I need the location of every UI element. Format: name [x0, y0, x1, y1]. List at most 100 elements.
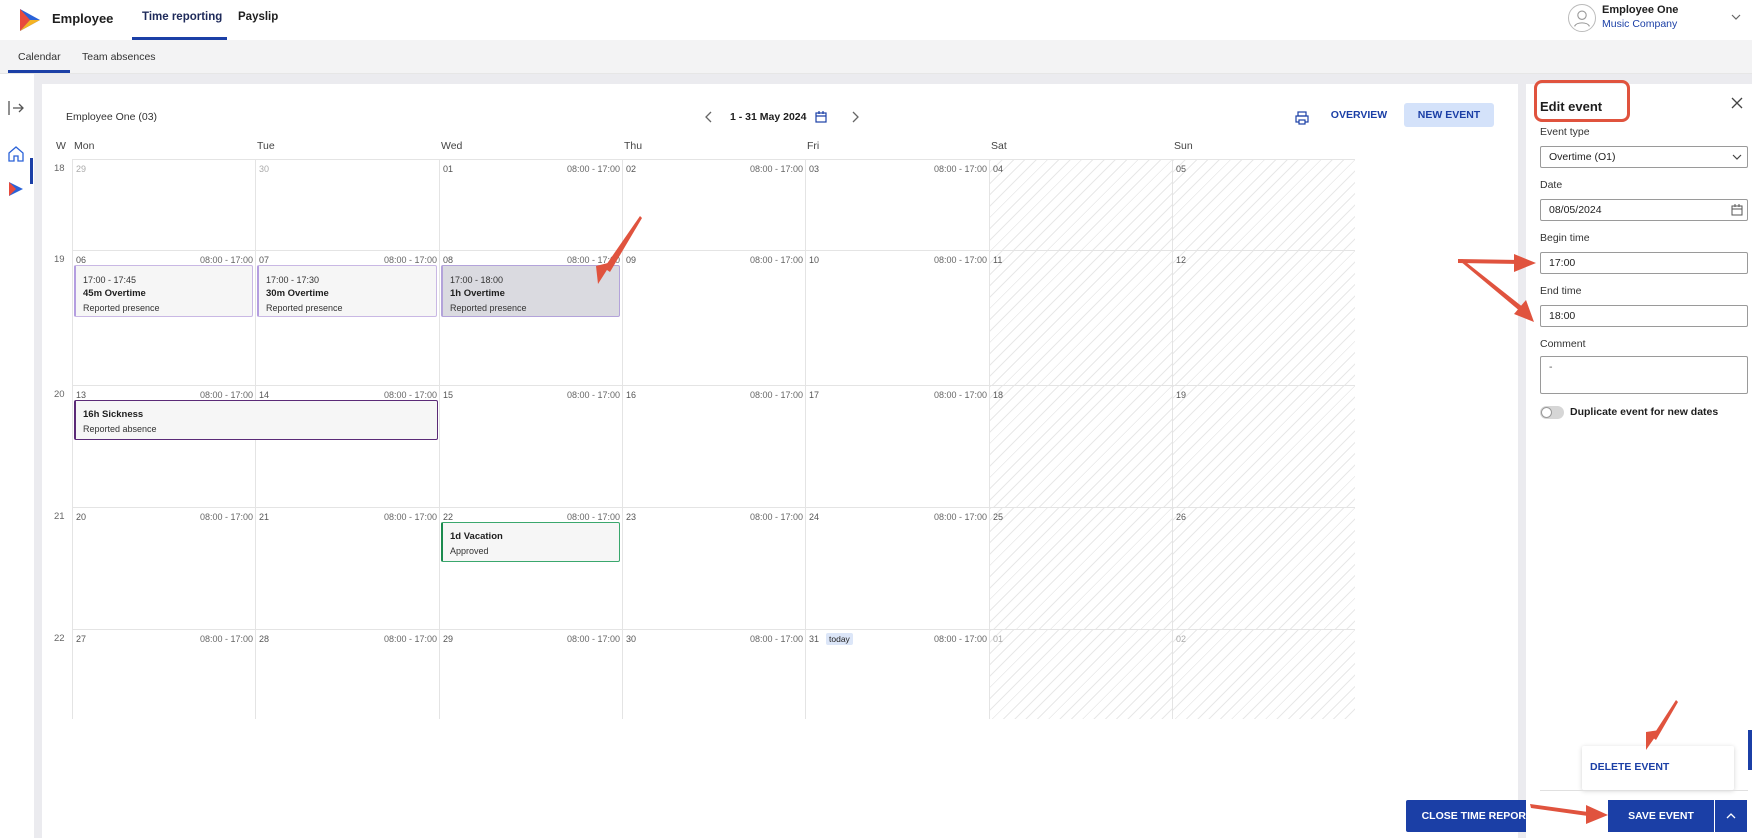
day-cell[interactable]: 11 — [989, 250, 1172, 385]
tab-team-absences[interactable]: Team absences — [82, 51, 156, 63]
calendar-event[interactable]: 17:00 - 18:00 1h Overtime Reported presenc… — [441, 265, 620, 317]
day-number: 19 — [1176, 390, 1187, 400]
work-hours: 08:00 - 17:00 — [566, 512, 620, 522]
week-number: 22 — [54, 633, 65, 644]
day-number: 30 — [626, 634, 637, 644]
day-number: 15 — [443, 390, 454, 400]
week-number: 20 — [54, 389, 65, 400]
day-cell[interactable]: 05 — [1172, 159, 1355, 250]
work-hours: 08:00 - 17:00 — [566, 164, 620, 174]
date-field[interactable]: 08/05/2024 — [1540, 199, 1748, 221]
day-number: 01 — [443, 164, 454, 174]
tab-time-reporting[interactable]: Time reporting — [142, 11, 222, 23]
begin-time-field[interactable]: 17:00 — [1540, 252, 1748, 274]
day-cell[interactable]: 20 08:00 - 17:00 — [72, 507, 255, 629]
work-hours: 08:00 - 17:00 — [383, 634, 437, 644]
duplicate-toggle[interactable] — [1540, 406, 1564, 419]
save-options-button[interactable] — [1715, 800, 1747, 832]
day-cell[interactable]: 01 08:00 - 17:00 — [439, 159, 622, 250]
tab-payslip[interactable]: Payslip — [238, 11, 278, 23]
end-time-field[interactable]: 18:00 — [1540, 305, 1748, 327]
day-cell[interactable]: 02 — [1172, 629, 1355, 719]
day-cell[interactable]: 29 — [72, 159, 255, 250]
day-cell[interactable]: 30 — [255, 159, 439, 250]
calendar-grid: W Mon Tue Wed Thu Fri Sat Sun 18 29 30 01 08:00 - 1… — [54, 140, 1502, 785]
day-cell[interactable]: 19 — [1172, 385, 1355, 507]
day-header-sat: Sat — [991, 140, 1007, 152]
day-cell[interactable]: 01 — [989, 629, 1172, 719]
work-hours: 08:00 - 17:00 — [749, 164, 803, 174]
calendar-icon[interactable] — [814, 110, 828, 124]
comment-field[interactable]: - — [1540, 356, 1748, 394]
calendar-event[interactable]: 1d Vacation Approved — [441, 522, 620, 562]
day-number: 03 — [809, 164, 820, 174]
day-number: 06 — [76, 255, 87, 265]
day-cell[interactable]: 17 08:00 - 17:00 — [805, 385, 989, 507]
day-cell[interactable]: 23 08:00 - 17:00 — [622, 507, 805, 629]
day-cell[interactable]: 18 — [989, 385, 1172, 507]
day-cell[interactable]: 15 08:00 - 17:00 — [439, 385, 622, 507]
chevron-down-icon[interactable] — [1730, 11, 1742, 23]
day-header-sun: Sun — [1174, 140, 1193, 152]
day-header-thu: Thu — [624, 140, 643, 152]
chevron-up-icon — [1726, 813, 1736, 819]
day-number: 12 — [1176, 255, 1187, 265]
delete-event-button[interactable]: DELETE EVENT — [1590, 761, 1669, 773]
day-cell[interactable]: 12 — [1172, 250, 1355, 385]
day-number: 05 — [1176, 164, 1187, 174]
chevron-left-icon[interactable] — [702, 110, 716, 124]
tab-calendar[interactable]: Calendar — [18, 51, 61, 63]
calendar-icon[interactable] — [1731, 204, 1743, 216]
day-number: 04 — [993, 164, 1004, 174]
day-cell[interactable]: 10 08:00 - 17:00 — [805, 250, 989, 385]
event-title: 1d Vacation — [450, 531, 503, 542]
sub-navigation: Calendar Team absences — [0, 40, 1752, 74]
day-cell[interactable]: 02 08:00 - 17:00 — [622, 159, 805, 250]
day-cell[interactable]: 21 08:00 - 17:00 — [255, 507, 439, 629]
app-logo-small-icon[interactable] — [6, 179, 26, 199]
day-number: 11 — [993, 255, 1003, 265]
top-bar: Employee Time reporting Payslip Employee… — [0, 0, 1752, 40]
calendar-event[interactable]: 17:00 - 17:30 30m Overtime Reported presen… — [257, 265, 437, 317]
employee-label: Employee One (03) — [66, 111, 158, 123]
print-icon[interactable] — [1294, 110, 1310, 126]
day-cell[interactable]: 16 08:00 - 17:00 — [622, 385, 805, 507]
day-header-tue: Tue — [257, 140, 275, 152]
day-cell[interactable]: 27 08:00 - 17:00 — [72, 629, 255, 719]
event-type-label: Event type — [1540, 126, 1590, 138]
day-cell[interactable]: 30 08:00 - 17:00 — [622, 629, 805, 719]
week-number: 21 — [54, 511, 65, 522]
calendar-event[interactable]: 17:00 - 17:45 45m Overtime Reported presen… — [74, 265, 253, 317]
save-event-button[interactable]: SAVE EVENT — [1608, 800, 1714, 832]
work-hours: 08:00 - 17:00 — [749, 512, 803, 522]
overview-button[interactable]: OVERVIEW — [1322, 103, 1396, 127]
day-number: 30 — [259, 164, 270, 174]
event-type-value: Overtime (O1) — [1549, 151, 1616, 163]
expand-sidebar-icon[interactable] — [6, 98, 26, 118]
day-number: 26 — [1176, 512, 1187, 522]
user-menu[interactable]: Employee One Music Company — [1568, 4, 1742, 36]
day-cell[interactable]: 24 08:00 - 17:00 — [805, 507, 989, 629]
calendar-event[interactable]: 16h Sickness Reported absence — [74, 400, 438, 440]
work-hours: 08:00 - 17:00 — [383, 512, 437, 522]
day-number: 07 — [259, 255, 270, 265]
close-icon[interactable] — [1730, 96, 1744, 110]
day-cell[interactable]: 29 08:00 - 17:00 — [439, 629, 622, 719]
event-type-select[interactable]: Overtime (O1) — [1540, 146, 1748, 168]
day-cell[interactable]: 04 — [989, 159, 1172, 250]
week-column-header: W — [56, 140, 66, 152]
day-cell[interactable]: 28 08:00 - 17:00 — [255, 629, 439, 719]
day-header-mon: Mon — [74, 140, 95, 152]
day-cell[interactable]: 09 08:00 - 17:00 — [622, 250, 805, 385]
day-cell[interactable]: 31 today 08:00 - 17:00 — [805, 629, 989, 719]
home-icon[interactable] — [6, 144, 26, 164]
new-event-button[interactable]: NEW EVENT — [1404, 103, 1494, 127]
chevron-right-icon[interactable] — [848, 110, 862, 124]
work-hours: 08:00 - 17:00 — [383, 255, 437, 265]
day-cell[interactable]: 25 — [989, 507, 1172, 629]
day-cell[interactable]: 26 — [1172, 507, 1355, 629]
day-number: 16 — [626, 390, 637, 400]
day-cell[interactable]: 03 08:00 - 17:00 — [805, 159, 989, 250]
panel-title: Edit event — [1540, 99, 1603, 114]
work-hours: 08:00 - 17:00 — [749, 634, 803, 644]
